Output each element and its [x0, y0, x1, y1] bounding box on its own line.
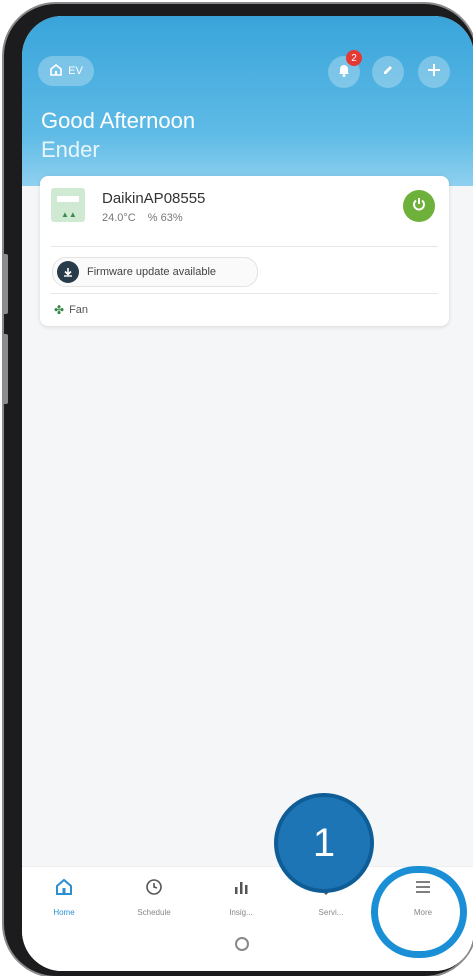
- add-button[interactable]: [418, 56, 450, 88]
- step-callout: 1: [274, 793, 374, 893]
- plus-icon: [426, 62, 442, 83]
- card-divider: [51, 293, 438, 294]
- bar-chart-icon: [231, 877, 251, 902]
- card-divider: [51, 246, 438, 247]
- firmware-update-chip[interactable]: Firmware update available: [52, 257, 258, 287]
- mode-indicator: ✤ Fan: [54, 303, 88, 317]
- tab-home[interactable]: Home: [27, 877, 101, 917]
- download-icon: [57, 261, 79, 283]
- top-bar: EV 2: [38, 50, 458, 90]
- device-name: DaikinAP08555: [102, 190, 206, 207]
- tab-label: Servi...: [318, 908, 344, 917]
- firmware-notice: Firmware update available: [87, 266, 217, 278]
- pencil-icon: [381, 63, 395, 82]
- home-nav-icon[interactable]: [235, 937, 249, 951]
- device-card[interactable]: ▲▲ DaikinAP08555 24.0°C % 63% Firmware u…: [40, 176, 449, 326]
- device-stats: 24.0°C % 63%: [102, 212, 183, 224]
- tab-label: Schedule: [137, 908, 171, 917]
- power-button: [2, 334, 8, 404]
- tab-schedule[interactable]: Schedule: [117, 877, 191, 917]
- greeting-text: Good Afternoon: [41, 108, 196, 133]
- power-icon: [411, 196, 427, 217]
- ac-unit-icon: ▲▲: [51, 188, 85, 222]
- tab-label: Home: [53, 908, 75, 917]
- humidity-value: 63%: [160, 212, 183, 224]
- phone-frame: EV 2 Good Afternoon Ender ▲▲ DaikinAP085…: [2, 4, 473, 976]
- tab-insights[interactable]: Insig...: [204, 877, 278, 917]
- temperature-value: 24.0°C: [102, 212, 136, 224]
- mode-label: Fan: [69, 304, 89, 316]
- tab-label: Insig...: [229, 908, 253, 917]
- home-label: EV: [68, 65, 83, 77]
- app-screen: EV 2 Good Afternoon Ender ▲▲ DaikinAP085…: [22, 16, 473, 971]
- volume-button: [2, 254, 8, 314]
- humidity-group: % 63%: [148, 212, 183, 224]
- fan-icon: ✤: [54, 303, 65, 317]
- edit-button[interactable]: [372, 56, 404, 88]
- user-name: Ender: [41, 137, 100, 162]
- home-icon: [54, 877, 74, 902]
- humidity-icon: %: [147, 212, 158, 224]
- power-button[interactable]: [403, 190, 435, 222]
- clock-icon: [144, 877, 164, 902]
- highlight-ring: [371, 866, 467, 958]
- notifications-button[interactable]: 2: [328, 50, 362, 88]
- home-selector-chip[interactable]: EV: [38, 56, 94, 86]
- header-banner: EV 2 Good Afternoon Ender: [22, 16, 473, 186]
- home-icon: [49, 63, 63, 80]
- notification-badge: 2: [346, 50, 362, 66]
